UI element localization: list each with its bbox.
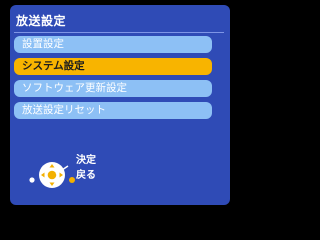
menu-item-system-settings[interactable]: システム設定 (14, 58, 212, 75)
menu-item-installation-settings[interactable]: 設置設定 (14, 36, 212, 53)
white-dot-icon (29, 177, 35, 183)
menu-item-label: ソフトウェア更新設定 (22, 82, 127, 94)
menu-item-label: 放送設定リセット (22, 104, 106, 116)
confirm-legend: 決定 (76, 155, 96, 166)
yellow-dot-icon (69, 177, 75, 183)
menu-item-software-update-settings[interactable]: ソフトウェア更新設定 (14, 80, 212, 97)
title-divider (14, 32, 224, 33)
page-title: 放送設定 (16, 14, 67, 28)
menu-item-label: システム設定 (22, 60, 85, 72)
menu-item-label: 設置設定 (22, 38, 64, 50)
menu-item-broadcast-settings-reset[interactable]: 放送設定リセット (14, 102, 212, 119)
remote-dpad-icon (29, 162, 75, 188)
broadcast-settings-panel: 放送設定 設置設定 システム設定 ソフトウェア更新設定 放送設定リセット 決定 … (10, 5, 230, 205)
back-legend: 戻る (76, 170, 96, 181)
